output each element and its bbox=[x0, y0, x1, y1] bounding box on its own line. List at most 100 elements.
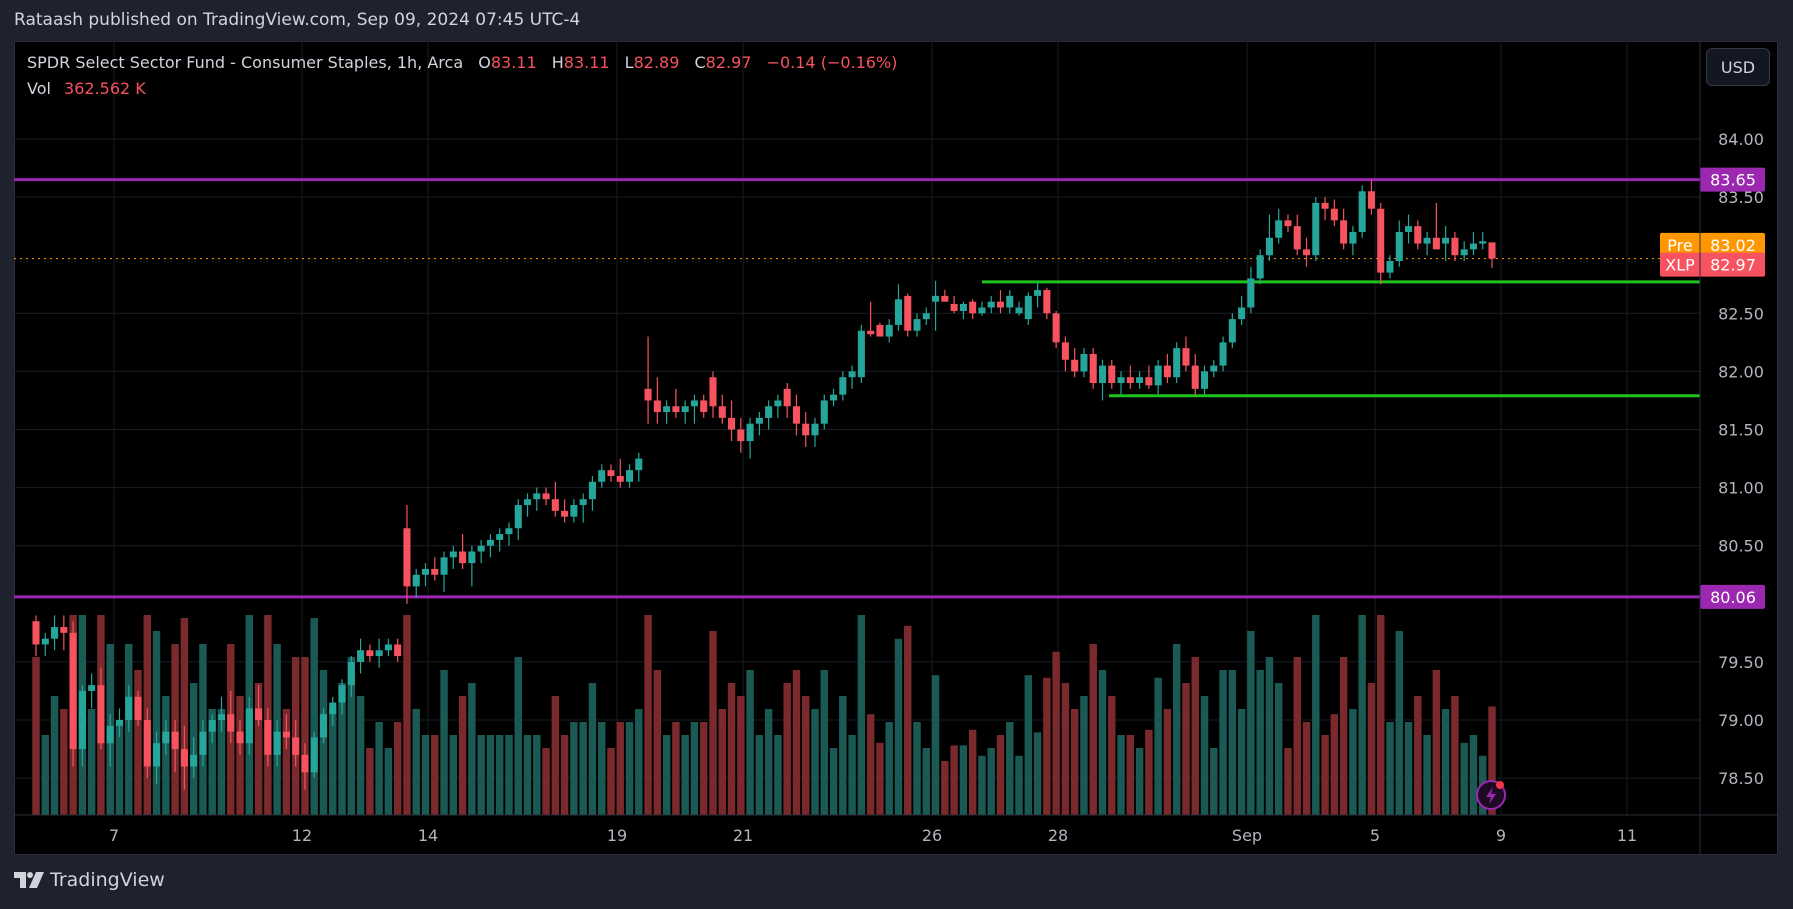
candle-body bbox=[171, 731, 179, 750]
candle-body bbox=[876, 324, 884, 337]
price-axis: 84.00 83.50 82.50 82.00 81.50 81.00 80.50 79.50… bbox=[1699, 41, 1764, 855]
candle-body bbox=[292, 737, 300, 755]
candle-body bbox=[338, 685, 346, 703]
price-tick-label: 80.50 bbox=[1718, 537, 1764, 556]
candle-body bbox=[1265, 237, 1273, 256]
price-tick-label: 81.50 bbox=[1718, 421, 1764, 440]
volume-bar bbox=[366, 748, 374, 815]
volume-bar bbox=[152, 631, 161, 815]
volume-bar bbox=[1228, 670, 1237, 815]
volume-bar bbox=[644, 615, 652, 815]
volume-bar bbox=[885, 722, 893, 815]
candle-body bbox=[653, 400, 661, 413]
candle-body bbox=[97, 685, 105, 744]
volume-bar bbox=[690, 722, 699, 815]
volume-bar bbox=[1145, 729, 1153, 815]
volume-bar bbox=[996, 735, 1005, 815]
volume-bar bbox=[774, 735, 782, 815]
high-value: 83.11 bbox=[563, 53, 610, 72]
candle-body bbox=[616, 475, 624, 482]
candle-body bbox=[1340, 220, 1348, 244]
candle-body bbox=[1182, 348, 1190, 366]
candle-body bbox=[774, 400, 782, 407]
volume-bar bbox=[1256, 670, 1264, 815]
volume-bar bbox=[310, 618, 318, 815]
candle-body bbox=[1432, 237, 1440, 250]
candle-body bbox=[830, 394, 838, 401]
volume-bar bbox=[1089, 644, 1097, 815]
candle-body bbox=[329, 702, 337, 715]
volume-bar bbox=[625, 722, 634, 815]
volume-bar bbox=[718, 709, 726, 815]
candle-body bbox=[1154, 365, 1162, 386]
volume-bar bbox=[1432, 670, 1441, 815]
candle-body bbox=[561, 510, 569, 517]
volume-bar bbox=[514, 657, 522, 815]
candle-body bbox=[959, 304, 967, 311]
volume-bar bbox=[375, 722, 383, 815]
candle-body bbox=[700, 400, 708, 413]
volume-bar bbox=[1200, 696, 1209, 815]
volume-bar bbox=[755, 735, 764, 815]
candle-body bbox=[857, 330, 865, 378]
candle-body bbox=[1173, 348, 1181, 378]
volume-bar bbox=[662, 735, 671, 815]
candle-body bbox=[449, 551, 457, 558]
candle-body bbox=[78, 690, 86, 750]
candle-body bbox=[496, 534, 504, 540]
volume-bar bbox=[848, 735, 856, 815]
volume-bar bbox=[1395, 631, 1403, 815]
volume-bar bbox=[1126, 735, 1135, 815]
time-tick-label: 19 bbox=[607, 826, 627, 845]
volume-bar bbox=[904, 625, 912, 815]
low-value: 82.89 bbox=[633, 53, 680, 72]
time-tick-label: 14 bbox=[418, 826, 438, 845]
volume-bar bbox=[857, 615, 866, 815]
candle-body bbox=[264, 720, 272, 755]
volume-bar bbox=[588, 683, 597, 815]
candle-body bbox=[765, 406, 773, 418]
volume-bar bbox=[551, 696, 560, 815]
volume-bar bbox=[635, 709, 643, 815]
volume-bar bbox=[41, 735, 49, 815]
candle-body bbox=[932, 295, 940, 302]
volume-bar bbox=[700, 722, 708, 815]
volume-bar bbox=[616, 722, 624, 815]
volume-bar bbox=[32, 657, 40, 815]
price-chart[interactable]: 83.65 80.06 Pre 83.02 XLP 82.97 84.00 83.50 82.… bbox=[14, 41, 1778, 855]
candle-body bbox=[1358, 191, 1366, 232]
time-tick-label: 21 bbox=[733, 826, 753, 845]
volume-bar bbox=[449, 735, 458, 815]
candle-body bbox=[514, 505, 522, 529]
volume-bar bbox=[1080, 696, 1088, 815]
candle-body bbox=[1043, 290, 1051, 314]
candle-body bbox=[505, 528, 513, 535]
volume-bar bbox=[866, 714, 875, 815]
candle-body bbox=[1479, 241, 1487, 244]
candle-body bbox=[125, 696, 133, 720]
volume-legend: Vol 362.562 K bbox=[27, 79, 146, 98]
volume-bar bbox=[597, 722, 606, 815]
candle-body bbox=[1228, 319, 1236, 343]
time-tick-label: 11 bbox=[1617, 826, 1637, 845]
level-price-label: 83.65 bbox=[1710, 171, 1756, 190]
candle-body bbox=[273, 731, 281, 755]
candle-body bbox=[672, 406, 680, 413]
candle-body bbox=[1024, 295, 1032, 320]
candle-body bbox=[1256, 255, 1264, 279]
candle-body bbox=[913, 319, 921, 331]
currency-button[interactable]: USD bbox=[1706, 48, 1770, 86]
volume-bar bbox=[1154, 677, 1162, 815]
volume-label: Vol bbox=[27, 79, 51, 98]
tradingview-logo-icon bbox=[14, 872, 44, 888]
volume-bar bbox=[931, 675, 940, 815]
candle-body bbox=[199, 731, 207, 755]
volume-bar bbox=[1006, 722, 1014, 815]
candle-body bbox=[421, 568, 430, 575]
candle-body bbox=[459, 551, 467, 564]
symbol-title: SPDR Select Sector Fund - Consumer Stapl… bbox=[27, 53, 464, 72]
candle-body bbox=[1414, 226, 1422, 244]
publish-info: Rataash published on TradingView.com, Se… bbox=[14, 10, 581, 30]
volume-bar bbox=[681, 735, 689, 815]
candle-body bbox=[570, 505, 578, 517]
